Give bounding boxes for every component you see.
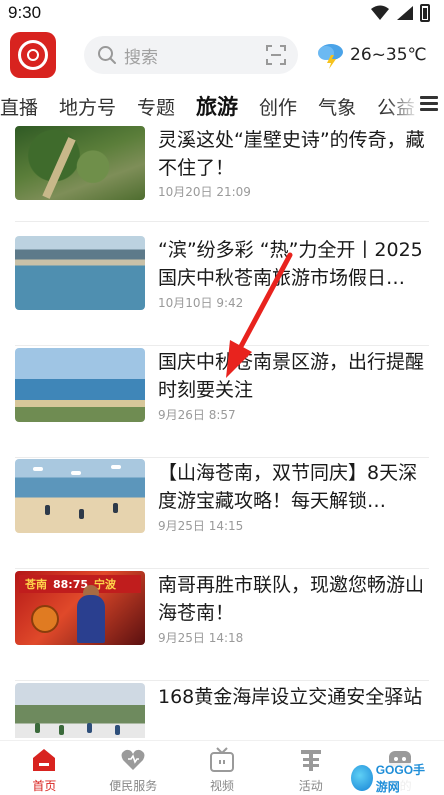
article-date: 10月10日 9:42 [158,296,244,310]
scoreboard: 苍南 88:75 宁波 [19,575,141,593]
scoreboard-score: 88:75 [53,577,89,591]
article-item[interactable]: “滨”纷多彩 “热”力全开丨2025国庆中秋苍南旅游市场假日… 10月10日 9… [0,236,444,348]
article-title: 国庆中秋苍南景区游，出行提醒时刻要关注 [158,351,425,401]
officer [115,725,120,735]
player [77,595,105,643]
divider [15,345,429,346]
tab-live[interactable]: 直播 [0,93,38,120]
tab-creation[interactable]: 创作 [259,93,297,120]
more-channels-icon[interactable] [420,96,438,112]
divider [15,680,429,681]
article-item[interactable]: 【山海苍南，双节同庆】8天深度游宝藏攻略！每天解锁… 9月25日 14:15 [0,459,444,571]
article-thumbnail [15,236,145,310]
tab-weather[interactable]: 气象 [318,93,356,120]
article-date: 10月20日 21:09 [158,185,251,199]
divider [15,457,429,458]
logo-dot [27,49,39,61]
article-list: 灵溪这处“崖壁史诗”的传奇，藏不住了！ 10月20日 21:09 “滨”纷多彩 … [0,126,444,738]
nav-activity[interactable]: 活动 [266,741,355,795]
watermark-text: GOGO手游网 [375,763,426,794]
article-title: 灵溪这处“崖壁史诗”的传奇，藏不住了！ [158,129,425,179]
nav-home[interactable]: 首页 [0,741,89,795]
battery-icon [420,4,430,22]
nav-label: 视频 [209,779,234,793]
divider [15,568,429,569]
heart-icon [121,749,145,770]
article-thumbnail [15,126,145,200]
officer [87,723,92,733]
watermark-logo-icon [351,765,373,791]
nav-video[interactable]: 视频 [178,741,267,795]
activity-icon [300,750,321,771]
article-item[interactable]: 168黄金海岸设立交通安全驿站 [0,683,444,738]
article-title: 南哥再胜市联队，现邀您畅游山海苍南！ [158,574,425,624]
scan-icon[interactable] [266,45,286,65]
article-item[interactable]: 国庆中秋苍南景区游，出行提醒时刻要关注 9月26日 8:57 [0,348,444,460]
boat [33,467,43,471]
article-title: “滨”纷多彩 “热”力全开丨2025国庆中秋苍南旅游市场假日… [158,239,423,289]
article-thumbnail: 苍南 88:75 宁波 [15,571,145,645]
article-title: 【山海苍南，双节同庆】8天深度游宝藏攻略！每天解锁… [158,462,418,512]
nav-label: 首页 [32,779,57,793]
officer [59,725,64,735]
tab-travel[interactable]: 旅游 [196,91,238,121]
boat [111,465,121,469]
status-icons [370,4,430,22]
beach-person [79,509,84,519]
article-thumbnail [15,348,145,422]
thunderstorm-icon [318,44,343,69]
nav-services[interactable]: 便民服务 [89,741,178,795]
search-icon [98,46,116,64]
home-icon [33,749,56,771]
beach-person [113,503,118,513]
weather-temperature: 26~35℃ [350,45,427,65]
beach-person [45,505,50,515]
article-date: 9月25日 14:18 [158,631,244,645]
basketball [31,605,59,633]
article-item[interactable]: 灵溪这处“崖壁史诗”的传奇，藏不住了！ 10月20日 21:09 [0,126,444,238]
tab-topics[interactable]: 专题 [137,93,175,120]
article-thumbnail [15,683,145,738]
tabs-fade [386,86,420,126]
article-date: 9月25日 14:15 [158,519,244,533]
article-date: 9月26日 8:57 [158,408,236,422]
article-title: 168黄金海岸设立交通安全驿站 [158,686,423,708]
officer [35,723,40,733]
scoreboard-team: 苍南 [25,578,47,591]
nav-label: 活动 [298,779,323,793]
logo-ring [18,40,48,70]
search-input[interactable]: 搜索 [124,43,266,68]
boat [71,471,81,475]
article-thumbnail [15,459,145,533]
signal-icon [397,6,413,20]
channel-tabs: 直播 地方号 专题 旅游 创作 气象 公益 [0,86,444,126]
search-bar[interactable]: 搜索 [84,36,298,74]
article-item[interactable]: 苍南 88:75 宁波 南哥再胜市联队，现邀您畅游山海苍南！ 9月25日 14:… [0,571,444,683]
tv-icon [209,747,234,772]
divider [15,221,429,222]
status-bar: 9:30 [0,0,444,26]
app-logo[interactable] [10,32,56,78]
tab-local[interactable]: 地方号 [59,93,116,120]
app-header: 搜索 26~35℃ [0,26,444,84]
nav-label: 便民服务 [109,779,158,793]
status-time: 9:30 [8,3,42,22]
site-watermark: GOGO手游网 [348,763,440,794]
cliff-path [42,137,76,199]
wifi-icon [371,5,389,20]
weather-widget[interactable]: 26~35℃ [316,41,427,69]
